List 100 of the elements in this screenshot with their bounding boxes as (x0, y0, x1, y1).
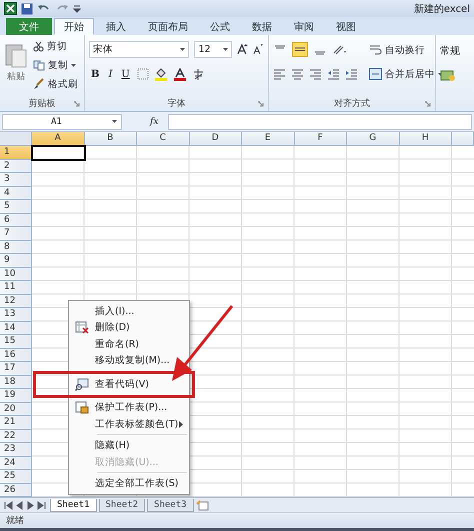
dropdown-icon (222, 48, 228, 50)
ribbon-tab[interactable]: 开始 (54, 18, 94, 35)
name-box[interactable]: A1 (2, 114, 122, 130)
ribbon-tab[interactable]: 插入 (96, 18, 136, 35)
row-header[interactable]: 8 (0, 240, 32, 254)
row-header[interactable]: 4 (0, 186, 32, 200)
formula-input[interactable] (168, 114, 472, 130)
view-code-icon (75, 378, 89, 391)
menu-item[interactable]: 查看代码(V) (69, 376, 189, 392)
sheet-navigation-icon[interactable] (4, 500, 48, 510)
column-header[interactable]: B (84, 132, 137, 146)
row-header[interactable]: 9 (0, 254, 32, 268)
dropdown-icon (71, 64, 76, 66)
fill-color-icon[interactable] (154, 68, 168, 80)
column-header[interactable]: A (32, 132, 84, 146)
customize-toolbar-icon[interactable] (73, 4, 81, 14)
column-header[interactable]: D (190, 132, 242, 146)
row-header[interactable]: 21 (0, 416, 32, 430)
row-header[interactable]: 23 (0, 443, 32, 456)
currency-icon[interactable] (440, 69, 458, 83)
menu-item[interactable]: 删除(D) (69, 320, 189, 336)
menu-item[interactable]: 移动或复制(M)... (69, 352, 189, 369)
font-color-icon[interactable] (172, 68, 187, 80)
sheet-tab[interactable]: Sheet3 (147, 498, 194, 512)
sheet-tab[interactable]: Sheet1 (50, 498, 97, 512)
row-header[interactable]: 14 (0, 322, 32, 335)
row-header[interactable]: 10 (0, 268, 32, 281)
row-header[interactable]: 16 (0, 348, 32, 362)
merge-cells-icon (369, 68, 382, 80)
decrease-indent-icon[interactable] (327, 68, 340, 80)
ribbon-tab[interactable]: 页面布局 (138, 18, 198, 35)
row-header[interactable]: 17 (0, 362, 32, 376)
orientation-icon[interactable] (332, 42, 348, 56)
insert-sheet-icon[interactable] (196, 500, 210, 510)
dialog-launcher-icon[interactable] (258, 101, 264, 107)
align-right-icon[interactable] (309, 68, 322, 80)
phonetic-icon[interactable] (192, 68, 205, 80)
row-header[interactable]: 18 (0, 376, 32, 389)
cut-button[interactable]: 剪切 (32, 38, 79, 54)
dialog-launcher-icon[interactable] (425, 101, 431, 107)
align-middle-icon[interactable] (292, 42, 308, 56)
selected-cell[interactable] (31, 145, 86, 160)
bold-button[interactable]: B (89, 68, 102, 80)
menu-item[interactable]: 保护工作表(P)... (69, 400, 189, 416)
group-label: 剪贴板 (28, 98, 56, 110)
row-header[interactable]: 6 (0, 214, 32, 227)
group-label: 对齐方式 (334, 98, 370, 110)
row-header[interactable]: 5 (0, 200, 32, 214)
copy-button[interactable]: 复制 (32, 57, 79, 73)
save-icon[interactable] (21, 2, 33, 14)
wrap-text-icon (369, 44, 382, 56)
submenu-arrow-icon (179, 420, 183, 428)
row-header[interactable]: 7 (0, 227, 32, 240)
ribbon-tab[interactable]: 审阅 (284, 18, 324, 35)
column-header[interactable]: C (137, 132, 190, 146)
menu-item[interactable]: 工作表标签颜色(T) (69, 416, 189, 432)
group-label: 字体 (168, 98, 186, 110)
column-header[interactable]: H (400, 132, 452, 146)
paste-button[interactable]: 粘贴 (4, 38, 28, 83)
align-center-icon[interactable] (291, 68, 304, 80)
sheet-tab[interactable]: Sheet2 (98, 498, 146, 512)
ribbon-tab[interactable]: 视图 (326, 18, 366, 35)
ribbon-tab[interactable]: 数据 (242, 18, 282, 35)
underline-button[interactable]: U (119, 68, 132, 80)
copy-icon (33, 60, 45, 70)
merge-center-button[interactable]: 合并后居中 (368, 66, 444, 82)
row-header[interactable]: 1 (0, 146, 32, 160)
grow-font-icon[interactable] (236, 43, 248, 55)
shrink-font-icon[interactable] (253, 43, 264, 55)
row-header[interactable]: 12 (0, 294, 32, 308)
row-header[interactable]: 20 (0, 402, 32, 416)
row-header[interactable]: 11 (0, 281, 32, 294)
row-header[interactable]: 24 (0, 456, 32, 470)
font-size-field[interactable]: 12 (194, 40, 232, 58)
italic-button[interactable]: I (106, 68, 114, 80)
column-header[interactable]: G (347, 132, 400, 146)
insert-function-button[interactable]: fx (144, 116, 164, 126)
column-header[interactable]: E (242, 132, 294, 146)
row-header[interactable]: 15 (0, 335, 32, 348)
row-header[interactable]: 2 (0, 160, 32, 173)
row-header[interactable]: 26 (0, 484, 32, 497)
row-header[interactable]: 3 (0, 173, 32, 186)
format-painter-button[interactable]: 格式刷 (32, 76, 79, 92)
ribbon-tab[interactable]: 文件 (6, 18, 52, 35)
border-icon[interactable] (136, 68, 149, 80)
number-format-field[interactable]: 常规 (440, 38, 470, 58)
menu-item[interactable]: 插入(I)... (69, 303, 189, 320)
align-left-icon[interactable] (273, 68, 286, 80)
row-header[interactable]: 22 (0, 430, 32, 443)
dialog-launcher-icon[interactable] (74, 101, 80, 107)
column-header[interactable]: F (294, 132, 347, 146)
ribbon-tab[interactable]: 公式 (200, 18, 240, 35)
menu-item[interactable]: 重命名(R) (69, 336, 189, 352)
brush-icon (33, 78, 45, 90)
font-name-field[interactable]: 宋体 (89, 40, 190, 58)
row-header[interactable]: 13 (0, 308, 32, 322)
row-header[interactable]: 25 (0, 470, 32, 484)
scissors-icon (33, 40, 44, 52)
increase-indent-icon[interactable] (345, 68, 358, 80)
row-header[interactable]: 19 (0, 389, 32, 402)
